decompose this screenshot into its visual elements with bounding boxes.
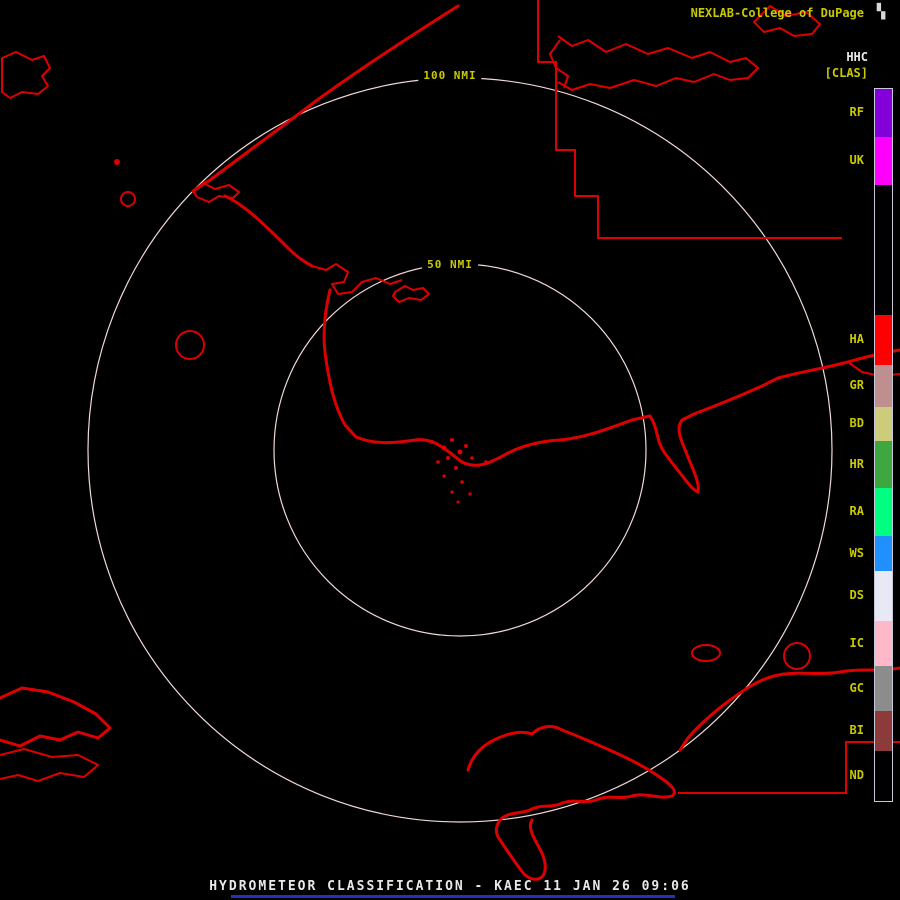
product-code: HHC xyxy=(846,50,868,64)
legend-label-rf: RF xyxy=(849,105,864,119)
coastline-main-west-shore xyxy=(322,288,358,439)
county-boundary-bottomright xyxy=(678,741,900,794)
coastline-hook-peninsula xyxy=(311,263,403,295)
legend-swatch-ws xyxy=(875,536,892,571)
lake-bottomright xyxy=(783,642,811,670)
map-svg xyxy=(0,0,900,881)
coastline-bottomleft-blob1 xyxy=(0,686,112,748)
brand-text: NEXLAB-College of DuPage xyxy=(690,6,864,20)
ring-label-100nmi: 100 NMI xyxy=(418,68,482,83)
islet-bottomright xyxy=(691,644,721,662)
coastline-northwest-arc xyxy=(191,4,460,193)
legend-swatch-nd xyxy=(875,751,892,801)
coastline-bottom-island xyxy=(466,725,676,881)
coastline-topright-band xyxy=(557,35,759,91)
lake-small-mid xyxy=(175,330,205,360)
legend-swatch-gr xyxy=(875,365,892,407)
legend-label-gr: GR xyxy=(849,378,864,392)
coastline-top-bay xyxy=(549,39,569,89)
coastline-west xyxy=(223,194,314,268)
brand-icon: ▚ xyxy=(876,4,886,20)
legend-colorbar xyxy=(874,88,893,802)
legend-label-ra: RA xyxy=(849,504,864,518)
coastline-topleft-blob xyxy=(1,51,51,99)
legend-label-bd: BD xyxy=(849,416,864,430)
legend-label-gc: GC xyxy=(849,680,864,695)
footer-caption: HYDROMETEOR CLASSIFICATION - KAEC 11 JAN… xyxy=(209,879,691,894)
ring-label-50nmi: 50 NMI xyxy=(422,257,478,272)
legend-label-hr: HR xyxy=(849,456,864,471)
radar-display: NEXLAB-College of DuPage ▚ HHC [CLAS] 10… xyxy=(0,0,900,900)
legend-swatch-ds xyxy=(875,571,892,621)
legend-swatch-ra xyxy=(875,488,892,536)
legend-label-nd: ND xyxy=(849,768,864,782)
coastline-bottomleft-blob2 xyxy=(0,748,99,782)
legend-swatch-bi xyxy=(875,711,892,751)
legend-swatch-bd xyxy=(875,407,892,441)
legend-label-uk: UK xyxy=(849,153,864,167)
legend-swatch-ha xyxy=(875,315,892,365)
legend-label-ic: IC xyxy=(849,635,864,650)
map-speck xyxy=(114,159,120,165)
legend-swatch-gc xyxy=(875,666,892,711)
classification-mode: [CLAS] xyxy=(824,66,868,80)
legend-swatch-uk xyxy=(875,137,892,185)
coastline-peninsula-east xyxy=(648,412,700,494)
lake-small-upper xyxy=(120,191,136,207)
legend-label-ha: HA xyxy=(849,332,864,346)
radar-echoes xyxy=(430,438,488,504)
footer-underline xyxy=(231,895,675,898)
legend-swatch-gap xyxy=(875,185,892,315)
legend-swatch-rf xyxy=(875,89,892,137)
legend-label-bi: BI xyxy=(849,723,864,737)
legend-swatch-hr xyxy=(875,441,892,488)
legend-label-ws: WS xyxy=(849,545,864,560)
legend-label-ds: DS xyxy=(849,588,864,602)
coastline-northeast xyxy=(692,348,900,416)
coastline-bottomright-diagonal xyxy=(678,666,900,752)
coastline-islands-mid xyxy=(392,285,430,303)
coastline-south-shore xyxy=(354,414,652,467)
legend-swatch-ic xyxy=(875,621,892,666)
